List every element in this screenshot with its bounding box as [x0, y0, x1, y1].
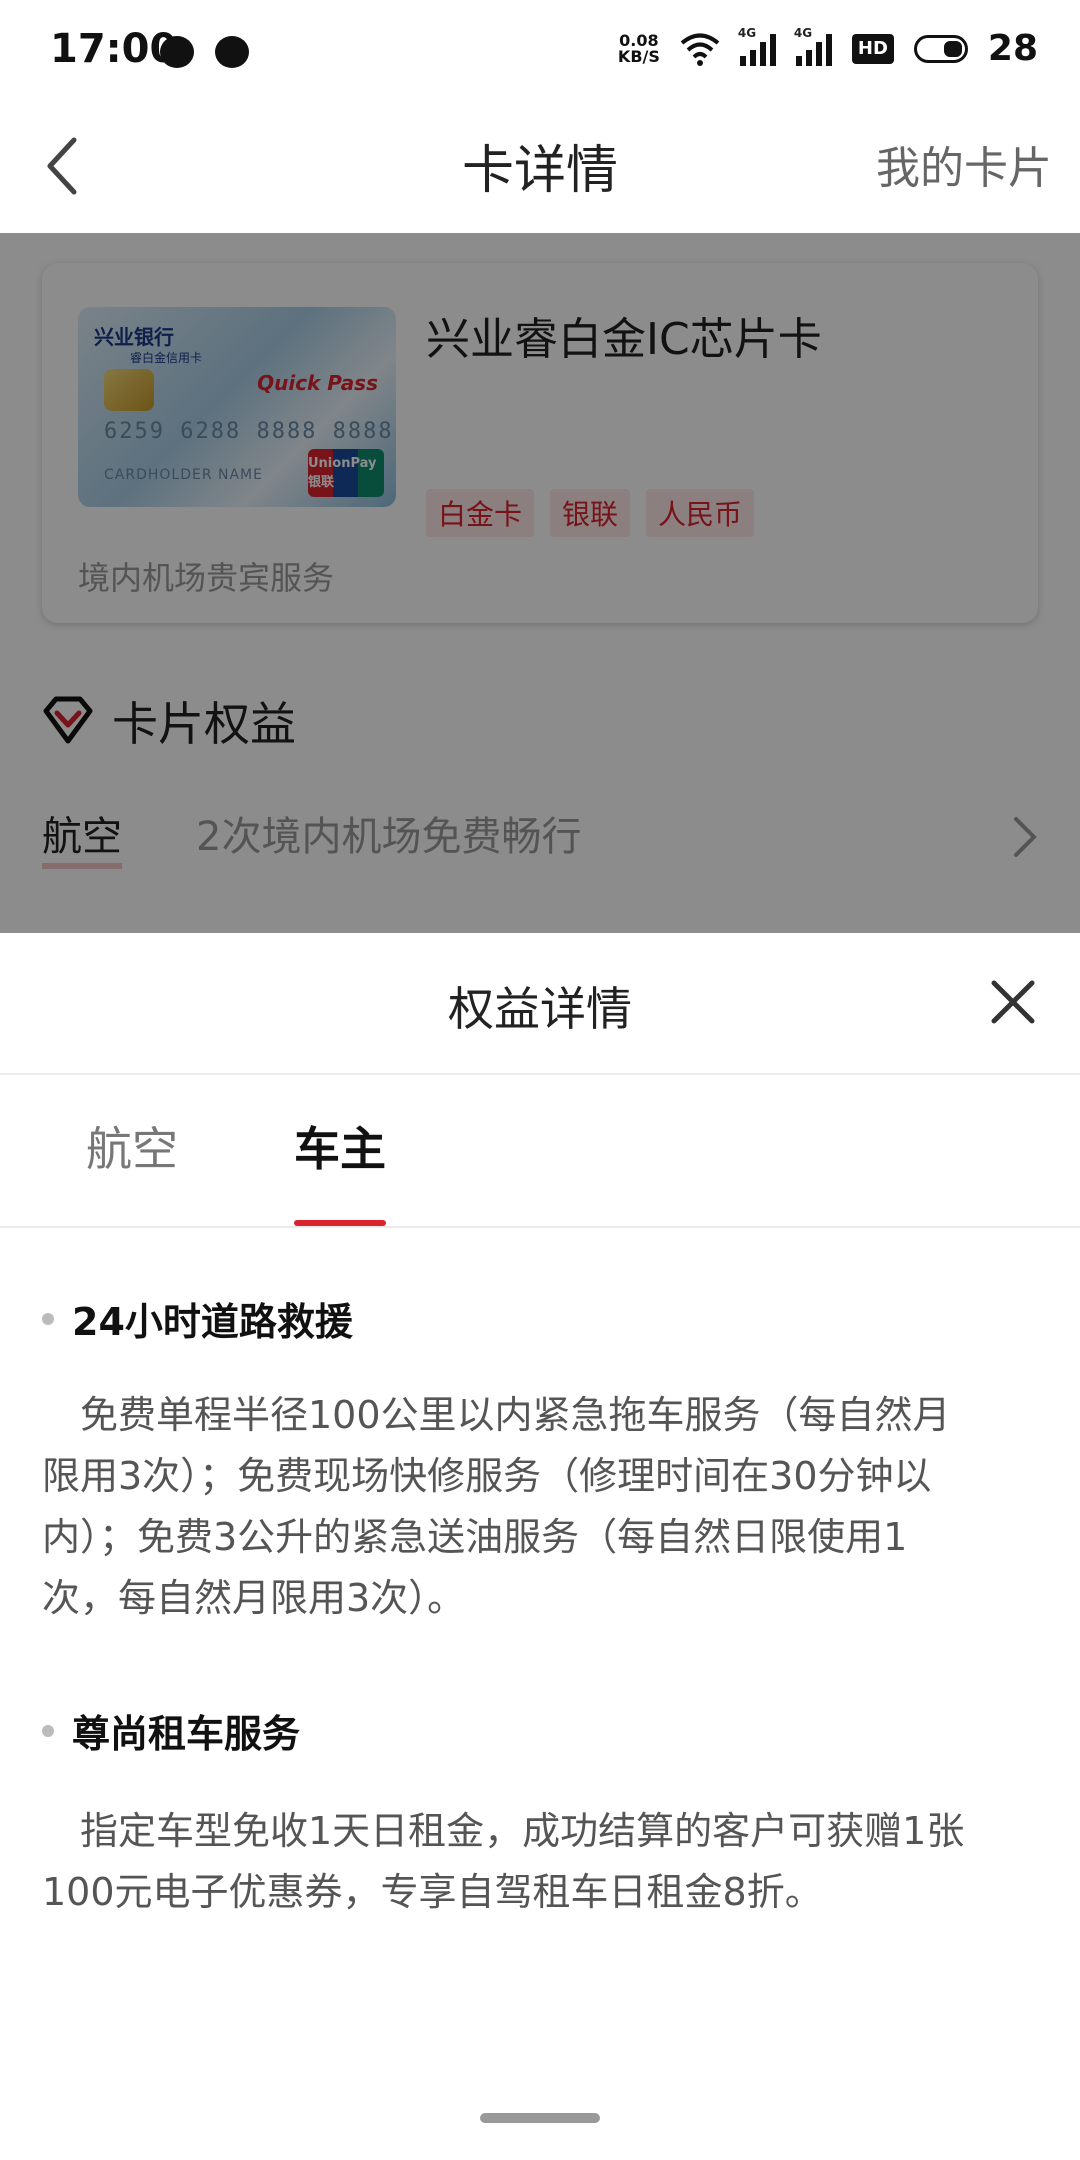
modal-overlay[interactable]: [0, 233, 1080, 933]
my-cards-link[interactable]: 我的卡片: [876, 132, 1052, 196]
status-time: 17:00: [50, 26, 178, 72]
benefit-detail-sheet: 权益详情 航空 车主 24小时道路救援 免费单程半径100公里以内紧急拖车服务（…: [0, 933, 1080, 2160]
divider: [0, 1073, 1080, 1075]
section-line: 次，每自然月限用3次）。: [42, 1576, 466, 1620]
top-nav: 卡详情 我的卡片: [0, 108, 1080, 233]
section-body: 免费单程半径100公里以内紧急拖车服务（每自然月 限用3次）；免费现场快修服务（…: [42, 1385, 1032, 1629]
hd-icon: HD: [851, 33, 894, 64]
signal-icon: 4G: [738, 26, 776, 66]
section-title-text: 尊尚租车服务: [72, 1712, 301, 1756]
section-line: 限用3次）；免费现场快修服务（修理时间在30分钟以: [42, 1454, 932, 1498]
section-title: 24小时道路救援: [42, 1291, 353, 1346]
net-speed: 0.08 KB/S: [617, 30, 660, 66]
section-line: 指定车型免收1天日租金，成功结算的客户可获赠1张: [80, 1809, 965, 1853]
home-indicator[interactable]: [480, 2113, 600, 2123]
section-title-text: 24小时道路救援: [72, 1300, 353, 1344]
close-icon[interactable]: [988, 977, 1038, 1027]
battery-level: 28: [987, 28, 1038, 69]
section-line: 100元电子优惠券，专享自驾租车日租金8折。: [42, 1870, 823, 1914]
bullet-icon: [42, 1724, 54, 1737]
bullet-icon: [42, 1312, 54, 1325]
battery-icon: [913, 34, 968, 63]
tab-aviation[interactable]: 航空: [86, 1113, 178, 1179]
status-right: 0.08 KB/S 4G 4G HD 28: [617, 26, 1038, 70]
signal-icon-2: 4G: [794, 26, 832, 66]
wechat-bubble-icon: [160, 36, 194, 68]
section-body: 指定车型免收1天日租金，成功结算的客户可获赠1张 100元电子优惠券，专享自驾租…: [42, 1801, 1032, 1923]
tab-car-owner[interactable]: 车主: [294, 1113, 386, 1179]
section-line: 内）；免费3公升的紧急送油服务（每自然日限使用1: [42, 1515, 908, 1559]
section-line: 免费单程半径100公里以内紧急拖车服务（每自然月: [80, 1393, 951, 1437]
wifi-icon: [680, 33, 720, 66]
sheet-title: 权益详情: [448, 982, 632, 1036]
section-title: 尊尚租车服务: [42, 1703, 300, 1758]
status-bar: 17:00 0.08 KB/S 4G 4G HD 28: [0, 0, 1080, 108]
divider: [0, 1226, 1080, 1228]
message-bubble-icon: [215, 36, 249, 68]
